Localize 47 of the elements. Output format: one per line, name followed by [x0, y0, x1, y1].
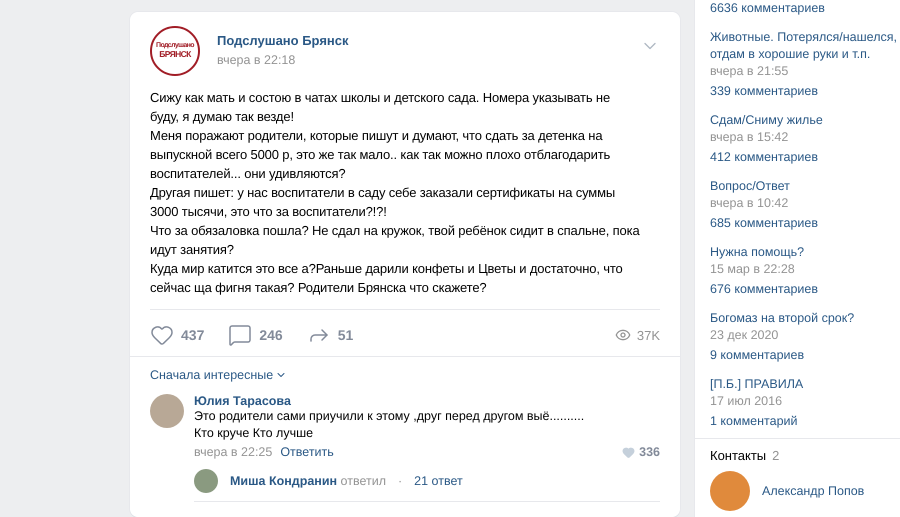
avatar[interactable]	[194, 469, 218, 493]
post-text: Что за обязаловка пошла? Не сдал на кружок, твой ребёнок сидит в спальне, пока идут занятия?	[150, 222, 640, 259]
contacts-title: Контакты	[710, 448, 766, 463]
topic-link[interactable]: Богомаз на второй срок?	[710, 310, 900, 327]
comment-count: 9 комментариев	[710, 347, 806, 364]
comment-author[interactable]: Юлия Тарасова	[194, 394, 660, 408]
comment-text: Кто круче Кто лучше	[194, 425, 314, 442]
comment-text: Это родители сами приучили к этому ,друг перед другом выё..........	[194, 408, 586, 425]
post-text: Сижу как мать и состою в чатах школы и детского сада. Номера указывать не буду, я думаю так везде!	[150, 89, 612, 126]
comment-count: 1 комментарий	[710, 413, 798, 430]
topic-date: 15 мар в 22:28	[710, 261, 796, 278]
avatar[interactable]	[150, 394, 184, 428]
avatar[interactable]	[710, 471, 750, 511]
speech-bubble-icon	[228, 323, 252, 347]
contact-name[interactable]: Александр Попов	[762, 484, 864, 498]
topic-link[interactable]: Нужна помощь?	[710, 244, 900, 261]
topic-link[interactable]: Вопрос/Ответ	[710, 178, 900, 195]
post-author[interactable]: Подслушано Брянск	[217, 33, 623, 48]
topic-date: вчера в 15:42	[710, 129, 790, 146]
view-count: 37K	[636, 328, 660, 342]
comment-like-count: 336	[639, 445, 660, 459]
replies-link[interactable]: 21 ответ	[414, 474, 463, 488]
comment-time: вчера в 22:25	[194, 445, 272, 459]
comment-count: 6636 комментариев	[710, 0, 826, 17]
post-text: Другая пишет: у нас воспитатели в саду себе заказали сертификаты на суммы 3000 тысячи, это что за воспитатели?!?!	[150, 184, 616, 221]
heart-icon[interactable]	[622, 446, 636, 458]
comment-count: 412 комментариев	[710, 149, 819, 166]
contacts-count: 2	[772, 448, 780, 463]
heart-icon	[150, 323, 174, 347]
reply-author[interactable]: Миша Кондранин	[230, 474, 338, 488]
sort-dropdown[interactable]: Сначала интересные	[150, 368, 288, 382]
reply-link[interactable]: Ответить	[280, 445, 334, 459]
eye-icon	[614, 327, 631, 343]
separator-dot: ·	[398, 474, 402, 488]
comment-count: 339 комментариев	[710, 83, 819, 100]
topic-date: вчера в 10:42	[710, 195, 790, 212]
topic-date: вчера в 21:55	[710, 63, 790, 80]
reply-action: ответил	[340, 474, 386, 488]
post-text: Меня поражают родители, которые пишут и думают, что сдать за детенка на выпускной всего 5000 р, это же так мало.. как так можно плохо отблагодарить воспитателей... они удивляются?	[150, 127, 612, 183]
post-text: Куда мир катится это все а?Раньше дарили конфеты и Цветы и достаточно, что сейчас ща фигня такая? Родители Брянска что скажете?	[150, 260, 624, 297]
topic-date: 23 дек 2020	[710, 327, 780, 344]
topic-link[interactable]: [П.Б.] ПРАВИЛА	[710, 376, 900, 393]
topic-link[interactable]: Животные. Потерялся/нашелся, отдам в хорошие руки и т.п.	[710, 29, 900, 63]
comment-count: 676 комментариев	[710, 281, 819, 298]
topic-date: 17 июл 2016	[710, 393, 784, 410]
topic-link[interactable]: Сдам/Сниму жилье	[710, 112, 900, 129]
comment-count: 685 комментариев	[710, 215, 819, 232]
